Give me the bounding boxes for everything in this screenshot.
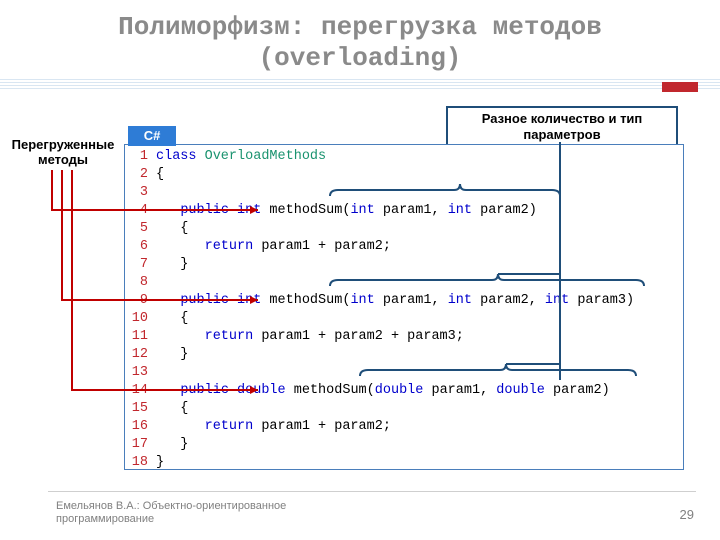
code-line: 12 } xyxy=(128,346,634,364)
code-token: methodSum( xyxy=(261,293,350,308)
code-token xyxy=(156,203,180,218)
decorative-accent-block xyxy=(662,82,698,92)
code-token: param3) xyxy=(569,293,634,308)
slide-title: Полиморфизм: перегрузка методов (overloa… xyxy=(0,0,720,80)
code-line: 10 { xyxy=(128,310,634,328)
line-number: 17 xyxy=(128,436,156,454)
code-line: 18} xyxy=(128,454,634,472)
code-listing: 1class OverloadMethods2{34 public int me… xyxy=(128,148,634,472)
page-number: 29 xyxy=(680,507,694,522)
left-annotation-label: Перегруженные методы xyxy=(2,138,124,168)
code-token: param2) xyxy=(472,203,537,218)
line-number: 5 xyxy=(128,220,156,238)
code-token: } xyxy=(156,455,164,470)
line-number: 12 xyxy=(128,346,156,364)
title-line-1: Полиморфизм: перегрузка методов xyxy=(118,12,602,42)
code-token: int xyxy=(448,293,472,308)
code-token: methodSum( xyxy=(286,383,375,398)
line-number: 8 xyxy=(128,274,156,292)
code-line: 16 return param1 + param2; xyxy=(128,418,634,436)
code-token: public double xyxy=(180,383,285,398)
line-number: 1 xyxy=(128,148,156,166)
title-line-2: (overloading) xyxy=(259,43,462,73)
code-token: param1 + param2; xyxy=(253,239,391,254)
code-line: 7 } xyxy=(128,256,634,274)
footer-divider xyxy=(48,491,696,492)
code-token: } xyxy=(156,347,188,362)
code-token: public int xyxy=(180,203,261,218)
code-line: 14 public double methodSum(double param1… xyxy=(128,382,634,400)
line-number: 11 xyxy=(128,328,156,346)
code-token: param2) xyxy=(545,383,610,398)
code-token: } xyxy=(156,257,188,272)
decorative-lines xyxy=(0,78,720,90)
code-token: int xyxy=(350,203,374,218)
code-token: double xyxy=(375,383,424,398)
code-line: 2{ xyxy=(128,166,634,184)
code-token: param1, xyxy=(375,293,448,308)
footer-line-1: Емельянов В.А.: Объектно-ориентированное xyxy=(56,500,286,512)
code-token: { xyxy=(156,167,164,182)
code-token xyxy=(156,239,205,254)
code-token: return xyxy=(205,419,254,434)
code-token: class xyxy=(156,149,205,164)
code-token: { xyxy=(156,401,188,416)
code-token xyxy=(156,383,180,398)
line-number: 13 xyxy=(128,364,156,382)
footer-text: Емельянов В.А.: Объектно-ориентированное… xyxy=(56,500,286,526)
callout-box: Разное количество и тип параметров xyxy=(446,106,678,147)
code-token: { xyxy=(156,311,188,326)
code-token: OverloadMethods xyxy=(205,149,327,164)
line-number: 9 xyxy=(128,292,156,310)
code-line: 4 public int methodSum(int param1, int p… xyxy=(128,202,634,220)
code-token: return xyxy=(205,329,254,344)
line-number: 16 xyxy=(128,418,156,436)
code-token: int xyxy=(350,293,374,308)
code-line: 15 { xyxy=(128,400,634,418)
code-token: param2, xyxy=(472,293,545,308)
code-token xyxy=(156,293,180,308)
code-token: int xyxy=(545,293,569,308)
code-line: 17 } xyxy=(128,436,634,454)
code-token: param1, xyxy=(423,383,496,398)
line-number: 15 xyxy=(128,400,156,418)
line-number: 6 xyxy=(128,238,156,256)
line-number: 3 xyxy=(128,184,156,202)
code-token xyxy=(156,329,205,344)
code-line: 13 xyxy=(128,364,634,382)
line-number: 10 xyxy=(128,310,156,328)
code-token: double xyxy=(496,383,545,398)
code-line: 11 return param1 + param2 + param3; xyxy=(128,328,634,346)
code-line: 1class OverloadMethods xyxy=(128,148,634,166)
code-line: 9 public int methodSum(int param1, int p… xyxy=(128,292,634,310)
line-number: 7 xyxy=(128,256,156,274)
code-token: { xyxy=(156,221,188,236)
code-language-badge: C# xyxy=(128,126,176,146)
code-line: 5 { xyxy=(128,220,634,238)
code-token: methodSum( xyxy=(261,203,350,218)
code-token: } xyxy=(156,437,188,452)
code-token: int xyxy=(448,203,472,218)
line-number: 2 xyxy=(128,166,156,184)
line-number: 4 xyxy=(128,202,156,220)
code-token: param1 + param2 + param3; xyxy=(253,329,464,344)
line-number: 18 xyxy=(128,454,156,472)
code-line: 8 xyxy=(128,274,634,292)
line-number: 14 xyxy=(128,382,156,400)
code-token: public int xyxy=(180,293,261,308)
code-token: return xyxy=(205,239,254,254)
code-token xyxy=(156,419,205,434)
footer-line-2: программирование xyxy=(56,513,154,525)
code-token: param1, xyxy=(375,203,448,218)
code-token: param1 + param2; xyxy=(253,419,391,434)
code-line: 6 return param1 + param2; xyxy=(128,238,634,256)
code-line: 3 xyxy=(128,184,634,202)
